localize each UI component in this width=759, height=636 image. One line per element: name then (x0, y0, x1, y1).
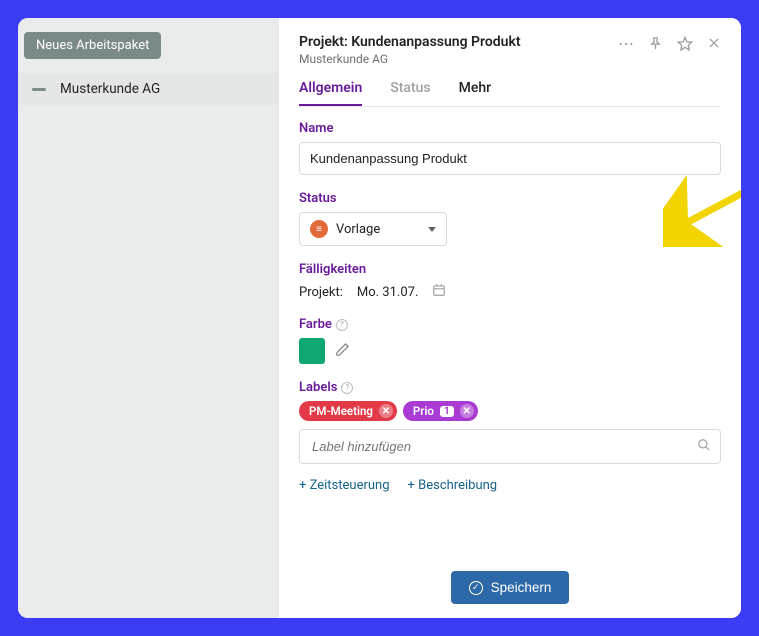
chip-text: Prio (413, 404, 434, 418)
add-links: + Zeitsteuerung + Beschreibung (299, 478, 721, 493)
close-icon[interactable] (707, 36, 721, 53)
sidebar: Neues Arbeitspaket Musterkunde AG (18, 18, 278, 618)
star-icon[interactable] (677, 36, 693, 55)
help-icon[interactable]: ? (336, 319, 348, 331)
due-label: Fälligkeiten (299, 262, 721, 277)
panel-header: Projekt: Kundenanpassung Produkt Musterk… (299, 34, 721, 66)
form-body: Name Status ≡ Vorlage Fälligkeiten Proje… (299, 107, 721, 557)
due-row-value: Mo. 31.07. (357, 285, 419, 300)
name-input[interactable] (299, 142, 721, 175)
field-due: Fälligkeiten Projekt: Mo. 31.07. (299, 262, 721, 301)
color-label: Farbe ? (299, 317, 721, 332)
detail-panel: Projekt: Kundenanpassung Produkt Musterk… (278, 18, 741, 618)
label-search-input[interactable] (299, 429, 721, 464)
chip-text: PM-Meeting (309, 404, 373, 418)
pencil-icon[interactable] (335, 342, 350, 361)
new-workpackage-badge[interactable]: Neues Arbeitspaket (24, 32, 161, 59)
chip-remove-icon[interactable]: ✕ (460, 404, 474, 418)
add-description-link[interactable]: + Beschreibung (408, 478, 498, 493)
help-icon[interactable]: ? (341, 382, 353, 394)
label-chip[interactable]: PM-Meeting ✕ (299, 401, 397, 421)
labels-label: Labels ? (299, 380, 721, 395)
save-button[interactable]: ✓ Speichern (451, 571, 570, 604)
header-actions: ⋯ (618, 34, 721, 66)
chip-remove-icon[interactable]: ✕ (379, 404, 393, 418)
color-swatch[interactable] (299, 338, 325, 364)
label-chips: PM-Meeting ✕ Prio 1 ✕ (299, 401, 721, 421)
name-label: Name (299, 121, 721, 136)
due-row-label: Projekt: (299, 285, 343, 300)
sidebar-item-customer[interactable]: Musterkunde AG (18, 73, 278, 105)
status-value: Vorlage (336, 222, 380, 237)
more-icon[interactable]: ⋯ (618, 36, 634, 52)
panel-title: Projekt: Kundenanpassung Produkt (299, 34, 521, 50)
sidebar-item-label: Musterkunde AG (60, 81, 160, 97)
collapse-icon (32, 88, 46, 91)
field-labels: Labels ? PM-Meeting ✕ Prio 1 ✕ (299, 380, 721, 493)
status-dot-icon: ≡ (310, 220, 328, 238)
field-status: Status ≡ Vorlage (299, 191, 721, 246)
status-label: Status (299, 191, 721, 206)
field-color: Farbe ? (299, 317, 721, 364)
label-chip[interactable]: Prio 1 ✕ (403, 401, 478, 421)
tabs: Allgemein Status Mehr (299, 80, 721, 107)
status-dropdown[interactable]: ≡ Vorlage (299, 212, 447, 246)
app-window: Neues Arbeitspaket Musterkunde AG Projek… (18, 18, 741, 618)
tab-status[interactable]: Status (390, 80, 430, 106)
due-row: Projekt: Mo. 31.07. (299, 283, 721, 301)
panel-footer: ✓ Speichern (299, 557, 721, 608)
panel-subtitle: Musterkunde AG (299, 52, 521, 66)
label-search-wrap (299, 429, 721, 464)
tab-general[interactable]: Allgemein (299, 80, 362, 106)
chip-count: 1 (440, 406, 454, 417)
save-button-label: Speichern (491, 580, 552, 595)
tab-more[interactable]: Mehr (459, 80, 491, 106)
check-icon: ✓ (469, 581, 483, 595)
add-timing-link[interactable]: + Zeitsteuerung (299, 478, 390, 493)
chevron-down-icon (428, 227, 436, 232)
search-icon[interactable] (697, 438, 711, 456)
field-name: Name (299, 121, 721, 175)
color-row (299, 338, 721, 364)
pin-icon[interactable] (648, 36, 663, 54)
calendar-icon[interactable] (432, 283, 446, 301)
